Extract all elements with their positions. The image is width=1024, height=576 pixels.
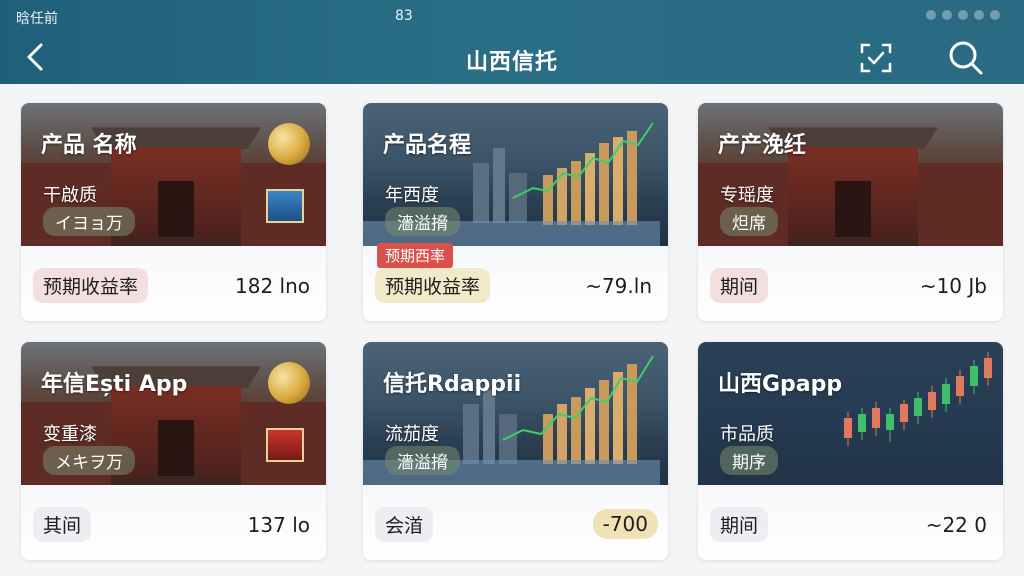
card-footer: 期间 ~10 Jb — [698, 246, 1003, 321]
footer-value: ~10 Jb — [919, 274, 987, 298]
footer-value: -700 — [592, 509, 658, 539]
card-title: 年信Ești App — [41, 372, 188, 397]
card-tag: イヨョ万 — [43, 207, 135, 236]
app-screen: 晗任前 83 山西信托 产品 名称 干啟质 イヨョ万 预期收益率 182 lno… — [0, 0, 1024, 576]
product-card[interactable]: 山西Gpapp 市品质 期序 期间 ~22 0 — [698, 342, 1003, 560]
footer-label: 会渞 — [375, 507, 434, 542]
card-footer: 期间 ~22 0 — [698, 485, 1003, 560]
card-subtitle: 专瑶度 — [720, 185, 774, 206]
status-indicators — [926, 10, 1000, 20]
card-subtitle: 变重漆 — [43, 424, 97, 445]
header: 晗任前 83 山西信托 — [0, 0, 1024, 84]
footer-value: 137 lo — [247, 513, 310, 537]
footer-value: ~22 0 — [925, 513, 987, 537]
card-title: 产品名程 — [383, 133, 472, 158]
footer-value: ~79.ln — [585, 274, 652, 298]
product-card[interactable]: 信托Rdappii 流茄度 濇溢搚 会渞 -700 — [363, 342, 668, 560]
card-tag: メキヲ万 — [43, 446, 135, 475]
nav-bar: 山西信托 — [0, 30, 1024, 84]
footer-label: 预期收益率 — [375, 268, 491, 303]
product-card[interactable]: 产产浼纴 专瑶度 炟席 期间 ~10 Jb — [698, 103, 1003, 321]
status-left-text: 晗任前 — [16, 11, 58, 27]
card-footer: 预期收益率 182 lno — [21, 246, 326, 321]
gold-ornament-icon — [268, 123, 310, 165]
search-icon — [949, 41, 983, 75]
card-footer: 会渞 -700 — [363, 485, 668, 560]
product-card[interactable]: 年信Ești App 变重漆 メキヲ万 其间 137 lo — [21, 342, 326, 560]
card-subtitle: 市品质 — [720, 424, 774, 445]
card-subtitle: 年西度 — [385, 185, 439, 206]
flower-ornament-icon — [266, 428, 304, 462]
product-card[interactable]: 产品名程 年西度 濇溢搚 预期西率 预期收益率 ~79.ln — [363, 103, 668, 321]
card-tag: 濇溢搚 — [385, 207, 460, 236]
card-title: 山西Gpapp — [718, 372, 843, 397]
card-subtitle: 干啟质 — [43, 185, 97, 206]
card-subtitle: 流茄度 — [385, 424, 439, 445]
product-card[interactable]: 产品 名称 干啟质 イヨョ万 预期收益率 182 lno — [21, 103, 326, 321]
card-tag: 炟席 — [720, 207, 778, 236]
card-footer: 其间 137 lo — [21, 485, 326, 560]
footer-label: 期间 — [710, 268, 769, 303]
scan-button[interactable] — [858, 40, 894, 76]
card-title: 信托Rdappii — [383, 372, 522, 397]
footer-label: 期间 — [710, 507, 769, 542]
card-title: 产品 名称 — [41, 133, 137, 158]
gold-ornament-icon — [268, 362, 310, 404]
card-title: 产产浼纴 — [718, 133, 807, 158]
status-bar: 晗任前 83 — [0, 0, 1024, 30]
status-badge: 预期西率 — [377, 243, 454, 268]
footer-label: 预期收益率 — [33, 268, 149, 303]
footer-value: 182 lno — [235, 274, 310, 298]
status-center-text: 83 — [395, 8, 413, 24]
card-tag: 濇溢搚 — [385, 446, 460, 475]
scan-icon — [860, 43, 892, 73]
search-button[interactable] — [946, 38, 986, 78]
book-ornament-icon — [266, 189, 304, 223]
card-tag: 期序 — [720, 446, 778, 475]
footer-label: 其间 — [33, 507, 92, 542]
